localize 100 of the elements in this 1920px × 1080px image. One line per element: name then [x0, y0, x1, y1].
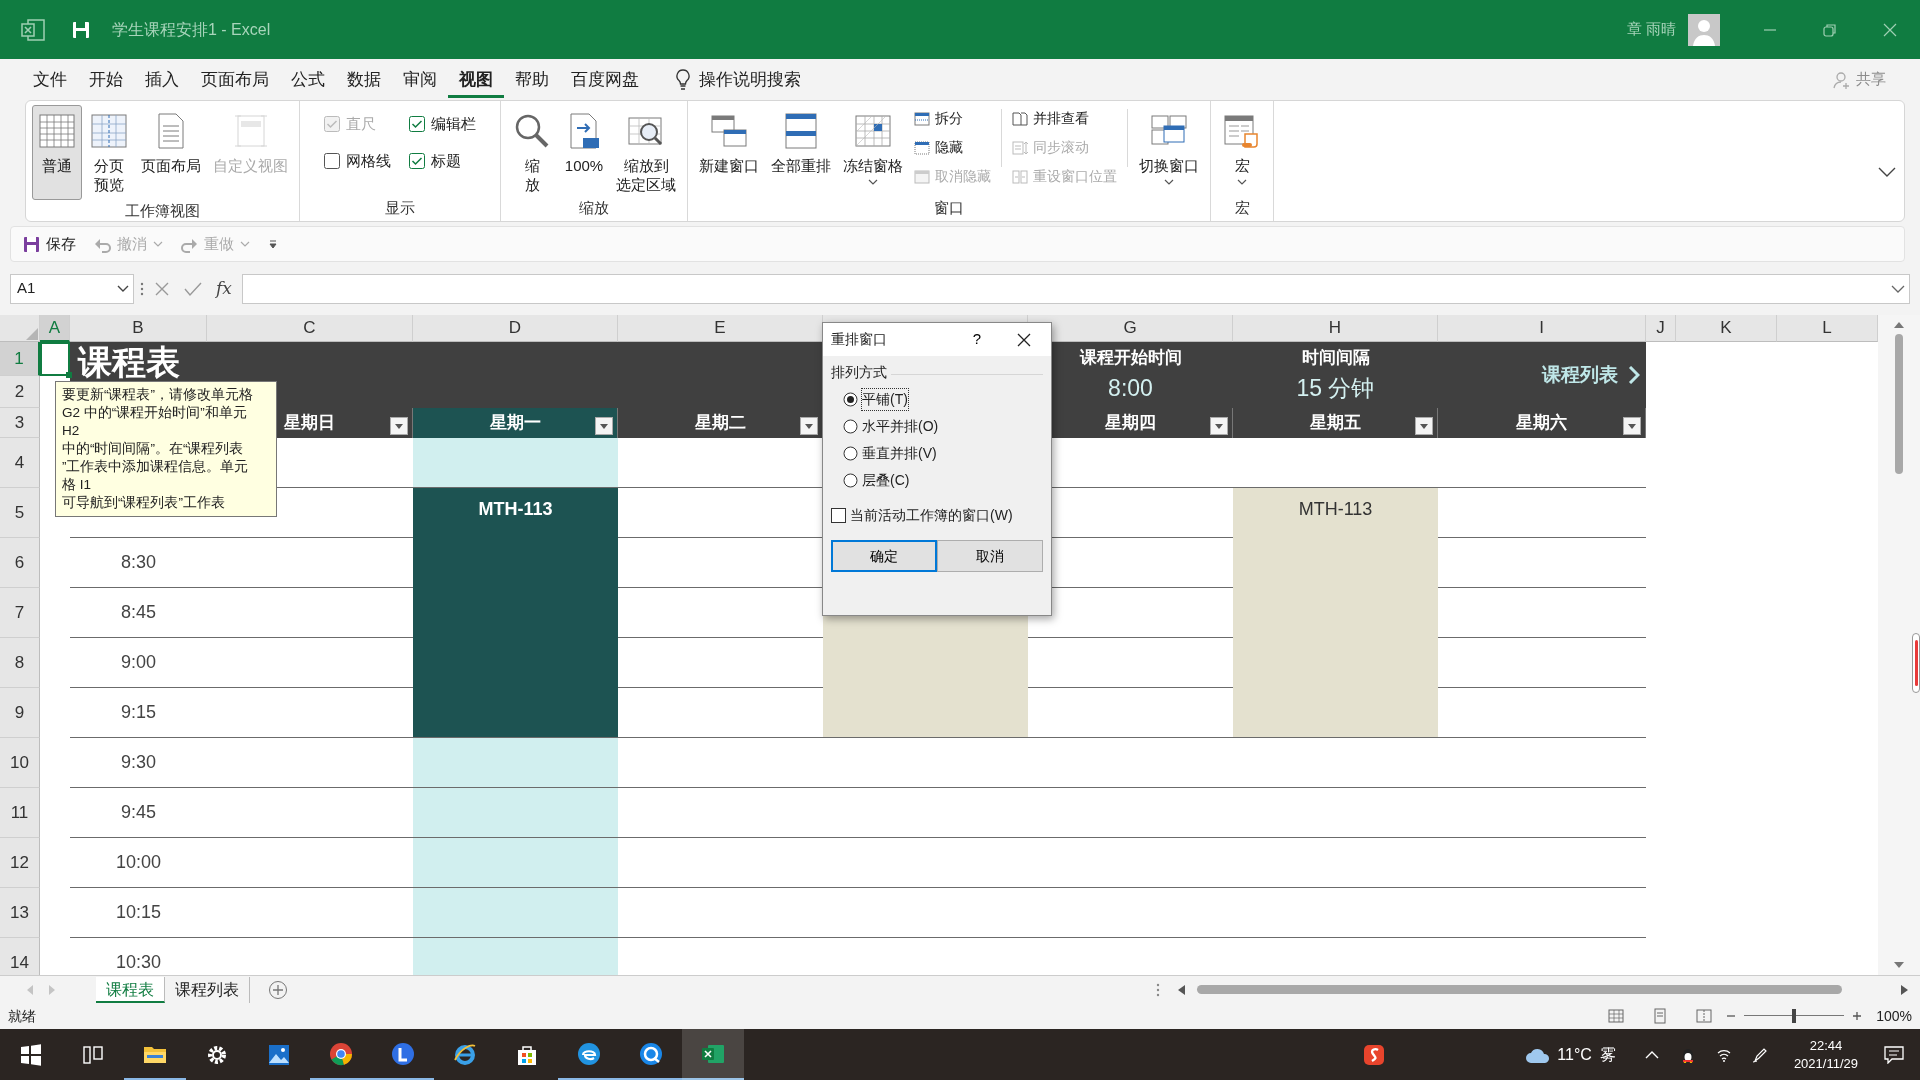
collapse-ribbon-button[interactable]	[1878, 167, 1896, 177]
ribbon-button[interactable]: 全部重排	[766, 105, 836, 178]
column-header[interactable]: D	[413, 315, 618, 342]
row-header[interactable]: 11	[0, 788, 40, 838]
clock-time[interactable]: 22:44	[1809, 1036, 1843, 1055]
help-button[interactable]: ?	[957, 327, 997, 352]
column-header[interactable]: J	[1646, 315, 1676, 342]
page-break-icon[interactable]	[1696, 1008, 1713, 1024]
row-header[interactable]: 10	[0, 738, 40, 788]
sheet-link[interactable]: 课程列表	[1438, 342, 1646, 408]
menu-tab[interactable]: 公式	[280, 60, 336, 99]
row-header[interactable]: 14	[0, 938, 40, 975]
ribbon-button[interactable]: 缩 放	[507, 105, 557, 197]
ribbon-button[interactable]: 并排查看	[1008, 105, 1121, 132]
horizontal-scrollbar[interactable]	[1178, 984, 1908, 995]
vertical-scrollbar[interactable]	[1878, 315, 1920, 975]
menu-tab[interactable]: 开始	[78, 60, 134, 99]
sheet-tab[interactable]: 课程表	[96, 976, 165, 1003]
swirl-icon[interactable]	[577, 1041, 601, 1066]
launcher-icon[interactable]	[391, 1041, 415, 1066]
ribbon-button[interactable]: 缩放到 选定区域	[611, 105, 681, 197]
avatar-icon[interactable]	[1688, 13, 1720, 46]
input-method-icon[interactable]	[1363, 1043, 1386, 1066]
menu-tab[interactable]: 百度网盘	[560, 60, 650, 99]
menu-tab[interactable]: 审阅	[392, 60, 448, 99]
row-header[interactable]: 8	[0, 638, 40, 688]
filter-button[interactable]	[1415, 417, 1433, 435]
row-header[interactable]: 9	[0, 688, 40, 738]
clock-date[interactable]: 2021/11/29	[1793, 1054, 1858, 1073]
plus-icon[interactable]	[1852, 1011, 1863, 1021]
row-header[interactable]: 12	[0, 838, 40, 888]
formula-input[interactable]	[241, 273, 1910, 304]
row-header[interactable]: 6	[0, 538, 40, 588]
sheet-tab[interactable]: 课程列表	[165, 976, 250, 1003]
add-sheet-icon[interactable]	[268, 979, 288, 1000]
filter-button[interactable]	[390, 417, 408, 435]
checkbox[interactable]	[409, 116, 425, 133]
row-header[interactable]: 13	[0, 888, 40, 938]
ribbon-button[interactable]: 普通	[32, 105, 82, 200]
radio-button[interactable]	[843, 446, 858, 461]
row-header[interactable]: 2	[0, 376, 40, 408]
scroll-thumb[interactable]	[1895, 334, 1903, 474]
filter-button[interactable]	[1623, 417, 1641, 435]
row-header[interactable]: 5	[0, 488, 40, 538]
filter-button[interactable]	[800, 417, 818, 435]
menu-tab[interactable]: 帮助	[504, 60, 560, 99]
menu-tab[interactable]: 页面布局	[190, 60, 280, 99]
column-header[interactable]: B	[70, 315, 207, 342]
row-header[interactable]: 7	[0, 588, 40, 638]
ribbon-button[interactable]: 100%	[559, 105, 609, 178]
start-icon[interactable]	[19, 1042, 43, 1067]
zoom-slider-thumb[interactable]	[1792, 1009, 1797, 1023]
menu-tab[interactable]: 插入	[134, 60, 190, 99]
pen-icon[interactable]	[1751, 1046, 1768, 1063]
weather-condition[interactable]: 雾	[1599, 1042, 1616, 1067]
ribbon-button[interactable]: 宏	[1217, 105, 1267, 188]
column-header[interactable]: G	[1028, 315, 1233, 342]
name-box[interactable]: A1	[10, 273, 134, 304]
row-header[interactable]: 3	[0, 408, 40, 438]
column-header[interactable]: L	[1777, 315, 1878, 342]
column-header[interactable]: E	[618, 315, 823, 342]
radio-button[interactable]	[843, 473, 858, 488]
checkbox[interactable]	[324, 152, 340, 169]
ribbon-button[interactable]: 新建窗口	[694, 105, 764, 178]
normal-view-icon[interactable]	[1608, 1008, 1625, 1024]
column-header[interactable]: A	[40, 315, 70, 342]
ribbon-button[interactable]: 冻结窗格	[838, 105, 908, 188]
ribbon-button[interactable]: 隐藏	[910, 134, 995, 161]
row-header[interactable]: 4	[0, 438, 40, 488]
menu-tab[interactable]: 数据	[336, 60, 392, 99]
column-header[interactable]: I	[1438, 315, 1646, 342]
filter-button[interactable]	[1210, 417, 1228, 435]
column-header[interactable]: H	[1233, 315, 1438, 342]
toolbar-button[interactable]: 保存	[19, 232, 80, 256]
temperature[interactable]: 11°C	[1557, 1042, 1592, 1067]
dialog-button[interactable]: 确定	[831, 540, 938, 572]
search-button[interactable]: 操作说明搜索	[664, 60, 812, 99]
close-icon[interactable]	[1882, 21, 1898, 38]
filter-button[interactable]	[595, 417, 613, 435]
radio-button[interactable]	[843, 419, 858, 434]
checkbox[interactable]	[409, 152, 425, 169]
ribbon-button[interactable]: 切换窗口	[1134, 105, 1204, 188]
ribbon-button[interactable]: 分页 预览	[84, 105, 134, 197]
radio-button[interactable]	[843, 392, 858, 407]
dialog-button[interactable]: 取消	[937, 540, 1043, 572]
scroll-thumb[interactable]	[1197, 985, 1842, 994]
column-header[interactable]: K	[1676, 315, 1777, 342]
active-cell[interactable]	[40, 342, 70, 376]
chat-bubble-icon[interactable]	[639, 1041, 663, 1066]
globe-e-icon[interactable]	[453, 1042, 477, 1067]
ribbon-button[interactable]: 页面布局	[136, 105, 206, 178]
insert-function-button[interactable]: fx	[212, 275, 236, 302]
checkbox[interactable]	[831, 508, 846, 523]
photos-icon[interactable]	[267, 1042, 291, 1067]
zoom-level[interactable]: 100%	[1876, 1005, 1912, 1027]
ribbon-button[interactable]: 拆分	[910, 105, 995, 132]
column-header[interactable]: C	[207, 315, 413, 342]
browser-icon[interactable]	[329, 1041, 353, 1066]
notification-icon[interactable]	[1884, 1045, 1904, 1064]
menu-tab[interactable]: 文件	[22, 60, 78, 99]
